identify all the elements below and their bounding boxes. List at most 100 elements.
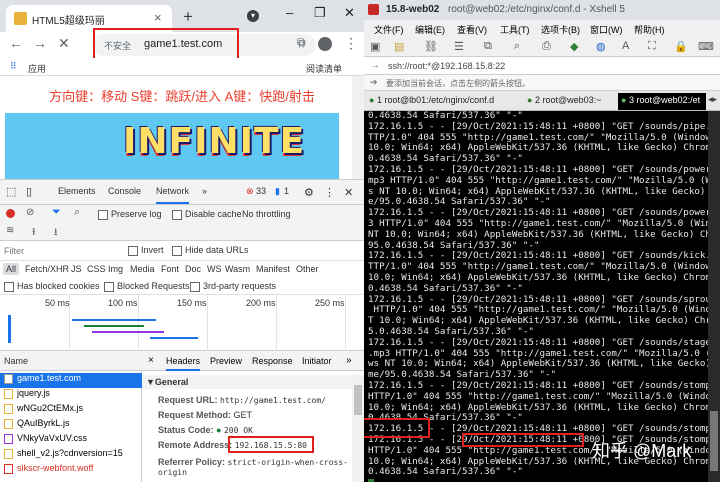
- search-icon[interactable]: ⌕: [74, 206, 80, 219]
- keyboard-icon[interactable]: ⌨: [698, 40, 714, 53]
- fullscreen-icon[interactable]: ⛶: [648, 40, 656, 53]
- extension-icon[interactable]: ⧉: [297, 35, 306, 50]
- forward-icon[interactable]: →: [33, 35, 47, 51]
- hint-arrow-icon[interactable]: ➔: [370, 77, 378, 88]
- network-timeline[interactable]: 50 ms 100 ms 150 ms 200 ms 250 ms: [0, 295, 364, 351]
- request-row[interactable]: QAuIByrkL.js: [0, 418, 142, 433]
- menu-tools[interactable]: 工具(T): [500, 23, 530, 36]
- clear-icon[interactable]: ⊘: [26, 207, 34, 218]
- terminal-scrollbar[interactable]: [708, 111, 720, 482]
- reading-list-link[interactable]: 阅读清单: [306, 62, 342, 75]
- tab-elements[interactable]: Elements: [58, 186, 96, 196]
- globe-icon[interactable]: ◍: [596, 40, 606, 53]
- settings-icon[interactable]: ⚙: [304, 186, 314, 199]
- tab-headers[interactable]: Headers: [166, 356, 201, 371]
- download-icon[interactable]: ⭳: [54, 225, 58, 242]
- properties-icon[interactable]: ☰: [454, 40, 464, 53]
- detail-scrollbar[interactable]: [352, 375, 364, 482]
- menu-file[interactable]: 文件(F): [374, 23, 404, 36]
- back-icon[interactable]: ←: [9, 35, 23, 51]
- blocked-requests-checkbox[interactable]: Blocked Requests: [104, 281, 190, 292]
- session-tab-lb01[interactable]: ● 1 root@lb01:/etc/nginx/conf.d: [366, 93, 502, 110]
- session-tab-web03[interactable]: ● 2 root@web03:~: [524, 93, 616, 110]
- upload-icon[interactable]: ⭱: [32, 225, 36, 242]
- type-wasm[interactable]: Wasm: [222, 263, 253, 275]
- menu-icon[interactable]: ⋮: [344, 35, 358, 52]
- tab-console[interactable]: Console: [108, 186, 141, 196]
- maximize-icon[interactable]: ❐: [314, 5, 326, 21]
- print-icon[interactable]: ⎙: [542, 40, 551, 53]
- info-count[interactable]: 1: [284, 186, 289, 196]
- type-img[interactable]: Img: [105, 263, 126, 275]
- new-tab-button[interactable]: +: [183, 7, 193, 27]
- tab-response[interactable]: Response: [252, 356, 293, 366]
- type-other[interactable]: Other: [293, 263, 322, 275]
- type-font[interactable]: Font: [158, 263, 182, 275]
- terminal-scroll-thumb[interactable]: [710, 411, 718, 471]
- request-row[interactable]: slkscr-webfont.woff: [0, 463, 142, 478]
- hide-data-urls-checkbox[interactable]: Hide data URLs: [172, 245, 249, 256]
- new-session-icon[interactable]: ▣: [370, 40, 380, 53]
- type-all[interactable]: All: [3, 263, 20, 275]
- avatar[interactable]: [318, 37, 332, 51]
- link-icon[interactable]: ⛓: [424, 40, 438, 53]
- error-count[interactable]: 33: [256, 186, 266, 196]
- request-row[interactable]: VNkyVaVxUV.css: [0, 433, 142, 448]
- apps-grid-icon[interactable]: ⠿: [10, 61, 17, 72]
- tab-search-icon[interactable]: ▾: [247, 10, 259, 22]
- menu-view[interactable]: 查看(V): [457, 23, 487, 36]
- filter-icon[interactable]: ⏷: [52, 206, 61, 219]
- request-row[interactable]: wNGu2CtEMx.js: [0, 403, 142, 418]
- find-icon[interactable]: ⌕: [514, 40, 520, 53]
- tab-scroll-icon[interactable]: ◂▸: [708, 94, 717, 105]
- filter-input[interactable]: [4, 244, 120, 258]
- tab-preview[interactable]: Preview: [210, 356, 242, 366]
- lock-icon[interactable]: 🔒: [674, 40, 688, 53]
- more-detail-tabs-icon[interactable]: »: [346, 355, 352, 366]
- invert-checkbox[interactable]: Invert: [128, 245, 164, 256]
- tab-initiator[interactable]: Initiator: [302, 356, 332, 366]
- sftp-icon[interactable]: ◆: [570, 40, 578, 53]
- blocked-cookies-checkbox[interactable]: Has blocked cookies: [4, 281, 100, 292]
- third-party-checkbox[interactable]: 3rd-party requests: [190, 281, 276, 292]
- close-window-icon[interactable]: ✕: [344, 5, 355, 21]
- close-icon[interactable]: ×: [154, 10, 162, 25]
- ssh-address[interactable]: ssh://root:*@192.168.15.8:22: [388, 61, 505, 71]
- tab-network[interactable]: Network: [156, 186, 190, 204]
- device-icon[interactable]: ▯: [26, 185, 32, 198]
- menu-edit[interactable]: 编辑(E): [415, 23, 445, 36]
- general-section-toggle[interactable]: ▼General: [142, 375, 352, 389]
- type-js[interactable]: JS: [68, 263, 85, 275]
- name-header[interactable]: Name: [0, 351, 142, 371]
- font-icon[interactable]: A: [622, 40, 629, 52]
- minimize-icon[interactable]: –: [286, 5, 293, 20]
- copy-icon[interactable]: ⧉: [484, 40, 492, 53]
- kebab-icon[interactable]: ⋮: [324, 186, 335, 199]
- request-row[interactable]: jquery.js: [0, 388, 142, 403]
- game-canvas[interactable]: INFINITE: [5, 113, 339, 179]
- record-icon[interactable]: [6, 209, 15, 218]
- open-folder-icon[interactable]: ▤: [394, 40, 404, 53]
- type-media[interactable]: Media: [127, 263, 158, 275]
- session-tab-web02[interactable]: ● 3 root@web02:/et: [618, 93, 706, 110]
- apps-link[interactable]: 应用: [28, 62, 46, 75]
- inspect-icon[interactable]: ⬚: [6, 185, 16, 198]
- type-manifest[interactable]: Manifest: [253, 263, 293, 275]
- menu-window[interactable]: 窗口(W): [590, 23, 623, 36]
- request-row[interactable]: game1.test.com: [0, 373, 142, 388]
- type-doc[interactable]: Doc: [182, 263, 204, 275]
- disable-cache-checkbox[interactable]: Disable cache: [172, 209, 242, 220]
- throttling-select[interactable]: No throttling: [242, 209, 291, 219]
- menu-help[interactable]: 帮助(H): [634, 23, 665, 36]
- request-row[interactable]: shell_v2.js?cdnversion=15: [0, 448, 142, 463]
- preserve-log-checkbox[interactable]: Preserve log: [98, 209, 162, 220]
- address-arrow-icon[interactable]: →: [370, 60, 380, 71]
- close-devtools-icon[interactable]: ✕: [344, 186, 353, 199]
- type-fetch-xhr[interactable]: Fetch/XHR: [22, 263, 72, 275]
- close-detail-icon[interactable]: ×: [148, 355, 154, 366]
- more-tabs-icon[interactable]: »: [202, 186, 207, 196]
- page-scrollbar[interactable]: [352, 76, 364, 179]
- wifi-icon[interactable]: ≋: [6, 225, 14, 236]
- menu-tabs[interactable]: 选项卡(B): [541, 23, 580, 36]
- stop-icon[interactable]: ✕: [58, 35, 70, 52]
